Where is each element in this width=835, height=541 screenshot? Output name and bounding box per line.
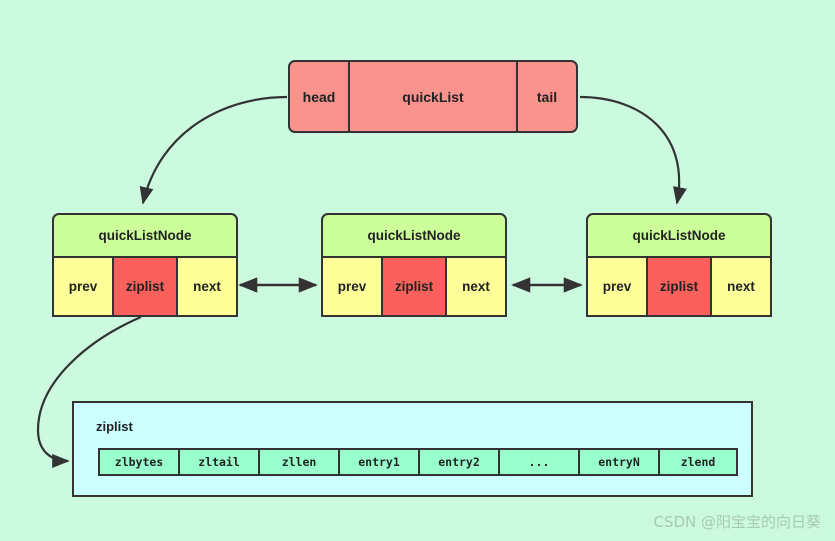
quicklistnode-2-ziplist[interactable]: ziplist: [383, 258, 445, 317]
quicklistnode-3-slots: prev ziplist next: [586, 258, 772, 317]
ziplist-cell-zlend[interactable]: zlend: [658, 448, 738, 476]
quicklistnode-1-slots: prev ziplist next: [52, 258, 238, 317]
ziplist-cell-zlend-label: zlend: [680, 455, 716, 469]
quicklistnode-3-ziplist[interactable]: ziplist: [648, 258, 710, 317]
quicklist-body-cell[interactable]: quickList: [350, 60, 516, 133]
quicklistnode-2-ziplist-label: ziplist: [394, 279, 434, 294]
quicklistnode-2-title: quickListNode: [321, 213, 507, 258]
quicklistnode-3-next-label: next: [727, 279, 755, 294]
ziplist-cell-entryn-label: entryN: [598, 455, 640, 469]
ziplist-cell-entry1[interactable]: entry1: [338, 448, 418, 476]
quicklistnode-2-next[interactable]: next: [445, 258, 507, 317]
quicklistnode-2-title-label: quickListNode: [367, 228, 461, 243]
quicklistnode-2-prev[interactable]: prev: [321, 258, 383, 317]
quicklistnode-3-next[interactable]: next: [710, 258, 772, 317]
quicklistnode-1-next[interactable]: next: [176, 258, 238, 317]
quicklistnode-1-title: quickListNode: [52, 213, 238, 258]
ziplist-cell-zltail-label: zltail: [198, 455, 240, 469]
ziplist-cell-zlbytes[interactable]: zlbytes: [98, 448, 178, 476]
edge-tail-to-node3: [579, 95, 687, 205]
ziplist-cell-ellipsis[interactable]: ...: [498, 448, 578, 476]
ziplist-cell-zllen-label: zllen: [281, 455, 317, 469]
quicklist-head-cell[interactable]: head: [288, 60, 350, 133]
quicklistnode-1-prev[interactable]: prev: [52, 258, 114, 317]
diagram-canvas: head quickList tail quickListNode prev z…: [0, 0, 835, 541]
ziplist-cell-entry2[interactable]: entry2: [418, 448, 498, 476]
quicklistnode-1-ziplist-label: ziplist: [125, 279, 165, 294]
quicklistnode-2-prev-label: prev: [337, 279, 367, 294]
quicklistnode-2-next-label: next: [462, 279, 490, 294]
quicklist-tail-cell[interactable]: tail: [516, 60, 578, 133]
quicklistnode-2-slots: prev ziplist next: [321, 258, 507, 317]
ziplist-cell-entryn[interactable]: entryN: [578, 448, 658, 476]
ziplist-cell-zltail[interactable]: zltail: [178, 448, 258, 476]
ziplist-cell-zlbytes-label: zlbytes: [114, 455, 164, 469]
quicklistnode-3-ziplist-label: ziplist: [659, 279, 699, 294]
quicklistnode-1[interactable]: quickListNode prev ziplist next: [52, 213, 238, 317]
quicklist-body-label: quickList: [402, 88, 464, 105]
quicklistnode-1-prev-label: prev: [68, 279, 98, 294]
quicklistnode-3-prev[interactable]: prev: [586, 258, 648, 317]
quicklistnode-1-title-label: quickListNode: [98, 228, 192, 243]
quicklistnode-1-ziplist[interactable]: ziplist: [114, 258, 176, 317]
ziplist-cell-ellipsis-label: ...: [528, 455, 550, 469]
quicklistnode-3-title: quickListNode: [586, 213, 772, 258]
quicklistnode-3-title-label: quickListNode: [632, 228, 726, 243]
edge-head-to-node1: [139, 95, 288, 205]
quicklist-head-label: head: [302, 88, 336, 105]
ziplist-panel-label: ziplist: [96, 419, 133, 434]
quicklist-tail-label: tail: [536, 88, 558, 105]
ziplist-panel: ziplist zlbytes zltail zllen entry1 entr…: [72, 401, 753, 497]
quicklistnode-2[interactable]: quickListNode prev ziplist next: [321, 213, 507, 317]
ziplist-cell-row: zlbytes zltail zllen entry1 entry2 ... e…: [98, 448, 738, 476]
ziplist-cell-entry1-label: entry1: [358, 455, 400, 469]
watermark: CSDN @阳宝宝的向日葵: [653, 513, 821, 531]
ziplist-cell-zllen[interactable]: zllen: [258, 448, 338, 476]
quicklistnode-3[interactable]: quickListNode prev ziplist next: [586, 213, 772, 317]
quicklist-header: head quickList tail: [288, 60, 578, 133]
quicklistnode-1-next-label: next: [193, 279, 221, 294]
quicklistnode-3-prev-label: prev: [602, 279, 632, 294]
ziplist-cell-entry2-label: entry2: [438, 455, 480, 469]
